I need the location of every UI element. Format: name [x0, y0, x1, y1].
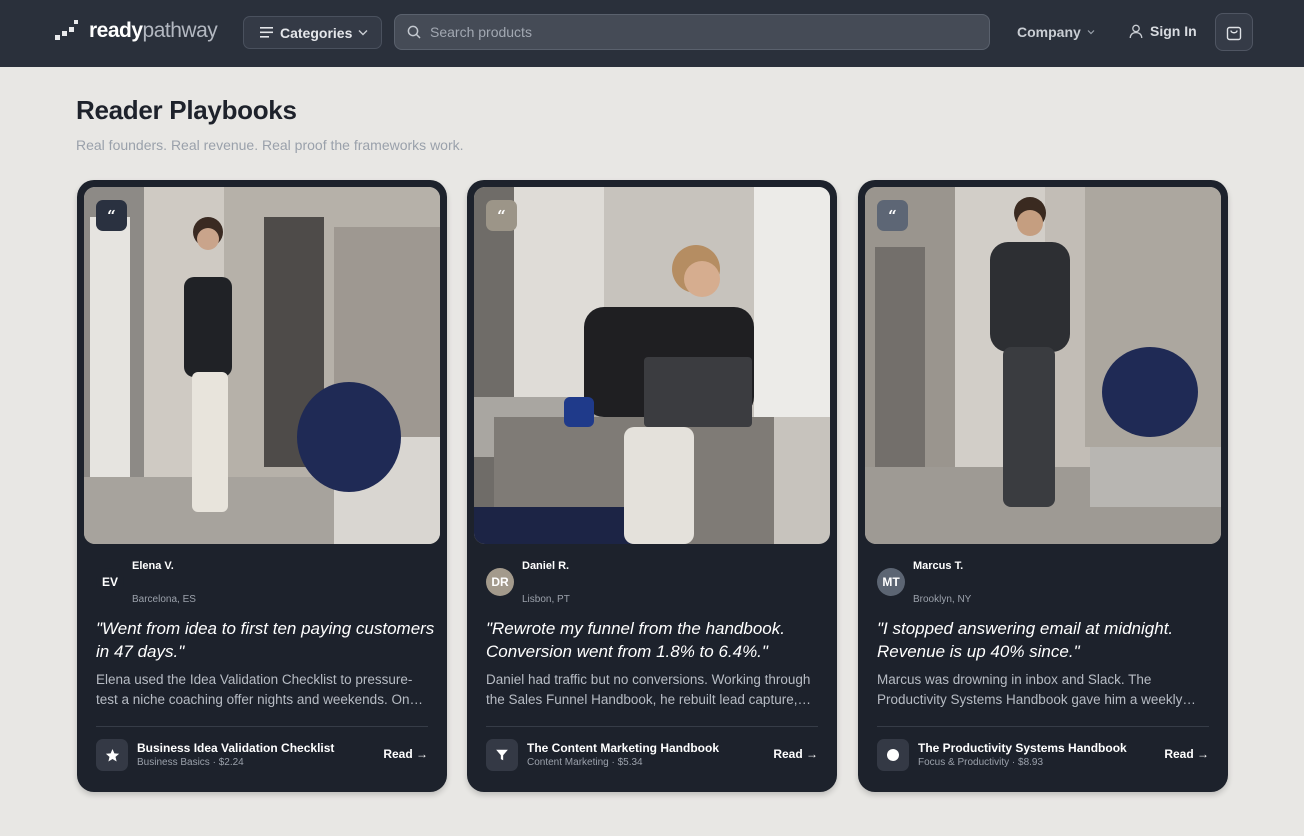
testimonial-description: Daniel had traffic but no conversions. W…	[486, 672, 811, 707]
read-link[interactable]: Read →	[773, 747, 818, 761]
testimonial-quote: "Went from idea to first ten paying cust…	[96, 619, 435, 661]
author-name: Daniel R.	[522, 560, 570, 572]
author-location: Lisbon, PT	[522, 594, 570, 605]
page-title: Reader Playbooks	[76, 95, 297, 125]
shopping-bag-icon	[1226, 26, 1242, 40]
testimonial-description: Elena used the Idea Validation Checklist…	[96, 672, 424, 707]
page-subtitle: Real founders. Real revenue. Real proof …	[76, 137, 464, 153]
author-info: EV Elena V. Barcelona, ES	[96, 560, 426, 606]
avatar: EV	[96, 568, 124, 596]
author-location: Barcelona, ES	[132, 594, 196, 605]
categories-button[interactable]: Categories	[243, 16, 382, 49]
sign-in-button[interactable]: Sign In	[1129, 23, 1197, 39]
product-title: The Content Marketing Handbook	[527, 741, 719, 755]
search-bar[interactable]	[394, 14, 990, 50]
brand-name-part1: ready	[89, 19, 143, 42]
testimonial-card[interactable]: “ DR Daniel R. Lisbon, PT "Rewrote my fu…	[467, 180, 837, 792]
sign-in-label: Sign In	[1150, 23, 1197, 39]
user-icon	[1129, 24, 1143, 38]
avatar: MT	[877, 568, 905, 596]
company-label: Company	[1017, 24, 1081, 40]
divider	[877, 726, 1209, 727]
product-meta: Content Marketing · $5.34	[527, 757, 643, 768]
testimonial-quote: "Rewrote my funnel from the handbook. Co…	[486, 619, 785, 661]
founder-photo: “	[865, 187, 1221, 544]
funnel-icon	[486, 739, 518, 771]
testimonial-quote: "I stopped answering email at midnight. …	[877, 619, 1174, 661]
divider	[96, 726, 428, 727]
brand-name: readypathway	[89, 18, 218, 44]
search-icon	[407, 25, 421, 39]
divider	[486, 726, 818, 727]
avatar: DR	[486, 568, 514, 596]
product-title: Business Idea Validation Checklist	[137, 741, 335, 755]
product-link[interactable]: The Productivity Systems Handbook Focus …	[877, 739, 1209, 771]
product-title: The Productivity Systems Handbook	[918, 741, 1127, 755]
founder-photo: “	[84, 187, 440, 544]
cart-button[interactable]	[1215, 13, 1253, 51]
read-link[interactable]: Read →	[383, 747, 428, 761]
top-navigation-bar: readypathway Categories Company Sign In	[0, 0, 1304, 67]
brand-name-part2: pathway	[142, 19, 218, 42]
search-input[interactable]	[430, 24, 950, 40]
testimonial-description: Marcus was drowning in inbox and Slack. …	[877, 672, 1183, 707]
founder-photo: “	[474, 187, 830, 544]
read-link[interactable]: Read →	[1164, 747, 1209, 761]
menu-icon	[260, 27, 273, 38]
circle-icon	[877, 739, 909, 771]
chevron-down-icon	[1087, 30, 1095, 35]
author-name: Marcus T.	[913, 560, 964, 572]
company-menu[interactable]: Company	[1017, 24, 1095, 40]
product-meta: Focus & Productivity · $8.93	[918, 757, 1044, 768]
chevron-down-icon	[358, 30, 368, 36]
author-location: Brooklyn, NY	[913, 594, 972, 605]
product-link[interactable]: The Content Marketing Handbook Content M…	[486, 739, 818, 771]
author-info: MT Marcus T. Brooklyn, NY	[877, 560, 1207, 606]
product-link[interactable]: Business Idea Validation Checklist Busin…	[96, 739, 428, 771]
testimonial-card[interactable]: “ EV Elena V. Barcelona, ES "Went from i…	[77, 180, 447, 792]
quote-icon: “	[877, 200, 908, 231]
brand-logo[interactable]: readypathway	[55, 18, 218, 44]
categories-label: Categories	[280, 24, 353, 41]
author-info: DR Daniel R. Lisbon, PT	[486, 560, 816, 606]
testimonial-card[interactable]: “ MT Marcus T. Brooklyn, NY "I stopped a…	[858, 180, 1228, 792]
quote-icon: “	[486, 200, 517, 231]
author-name: Elena V.	[132, 560, 174, 572]
logo-mark-icon	[55, 18, 81, 44]
star-icon	[96, 739, 128, 771]
quote-icon: “	[96, 200, 127, 231]
product-meta: Business Basics · $2.24	[137, 757, 244, 768]
